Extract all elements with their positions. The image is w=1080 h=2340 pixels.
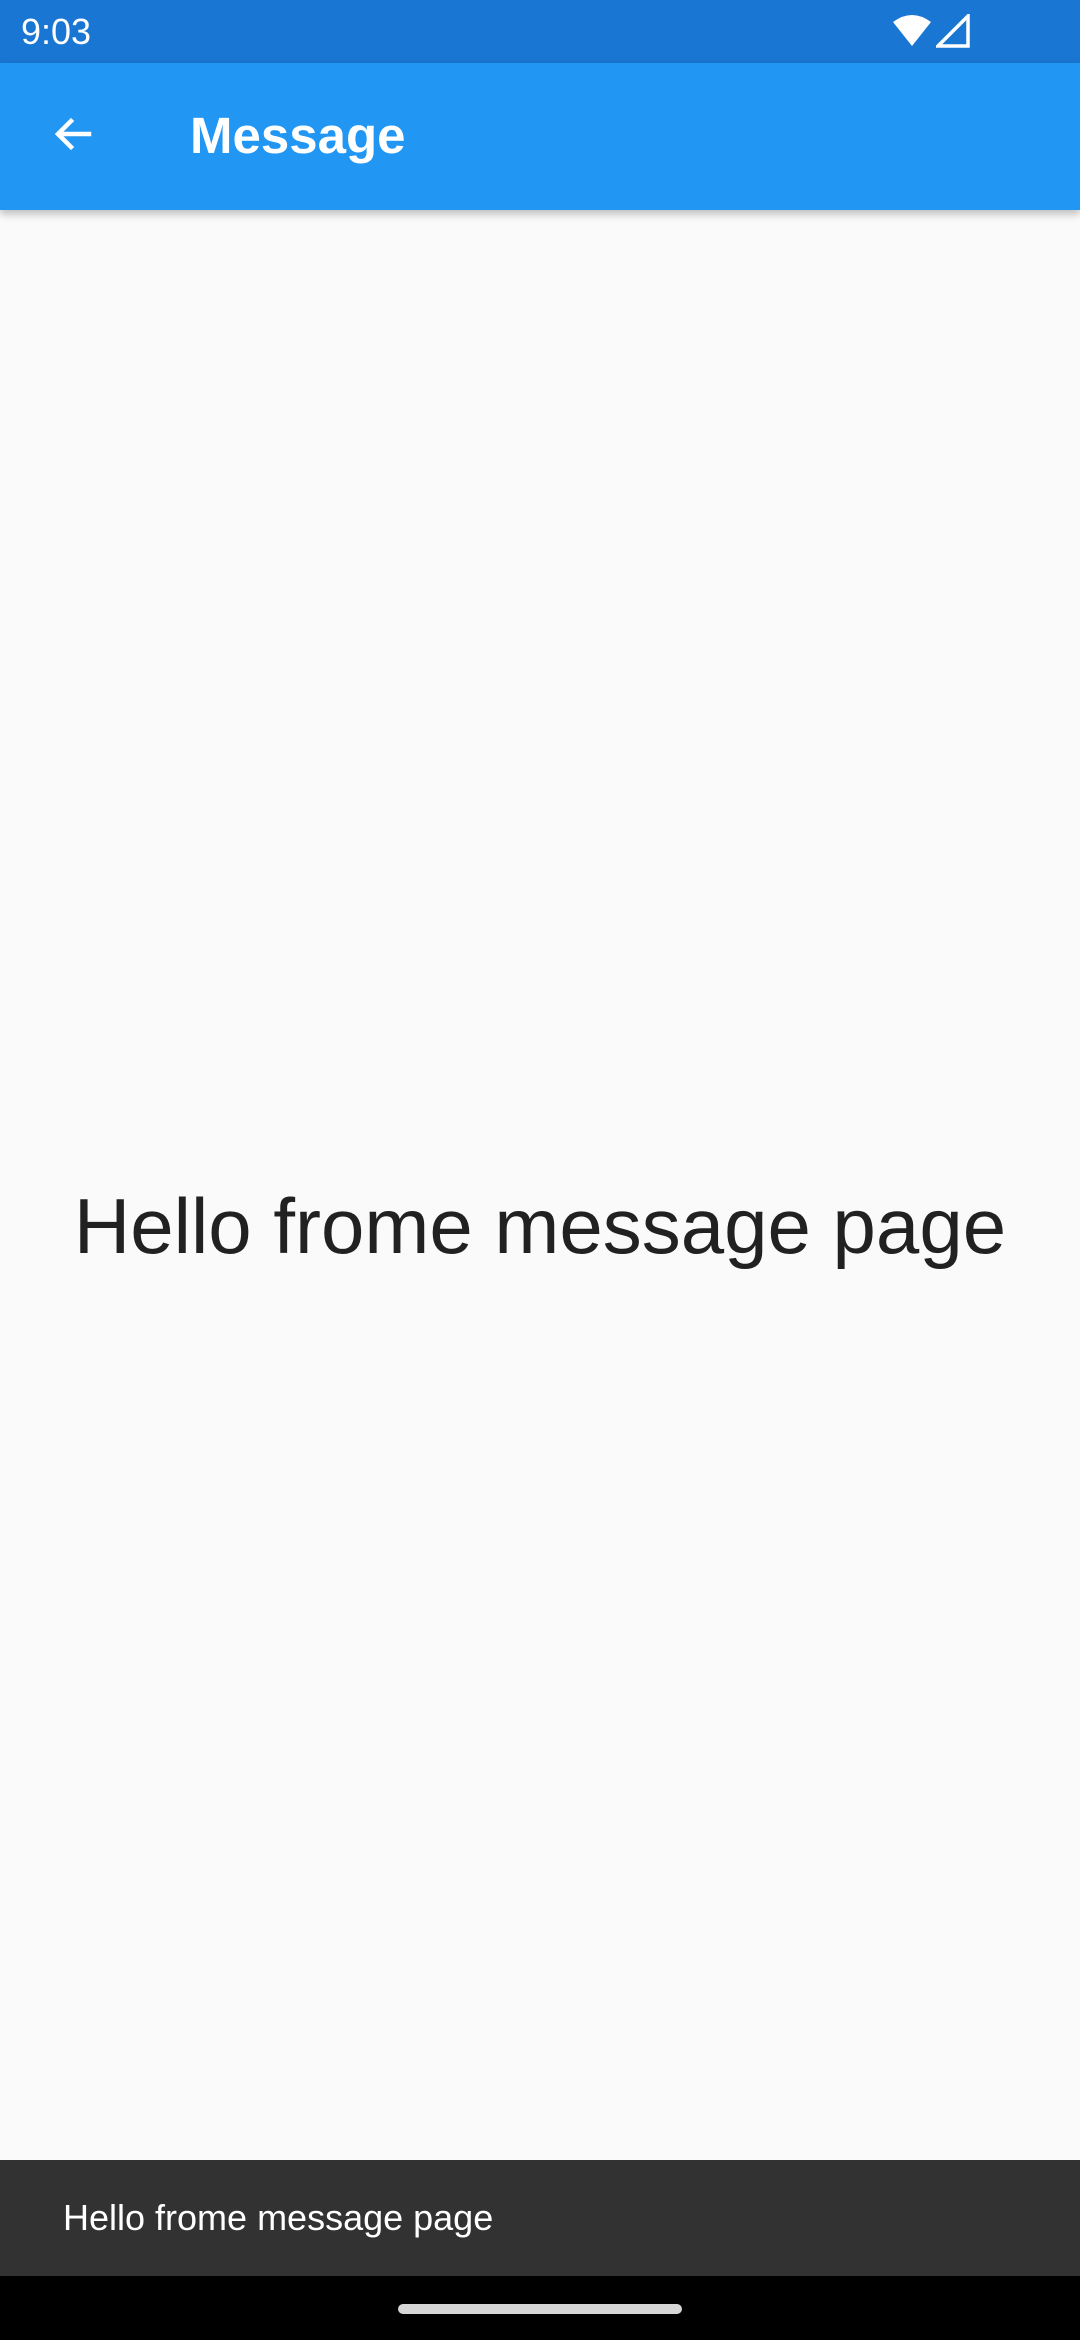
message-text: Hello frome message page <box>73 1182 1007 1270</box>
arrow-back-icon <box>49 110 97 163</box>
main-content: Hello frome message page <box>0 210 1080 2160</box>
wifi-icon <box>892 14 932 53</box>
home-gesture-handle[interactable] <box>398 2304 682 2314</box>
status-icons <box>892 11 970 53</box>
snackbar-text: Hello frome message page <box>63 2197 494 2238</box>
page-title: Message <box>190 107 406 164</box>
snackbar: Hello frome message page <box>0 2160 1080 2276</box>
cell-signal-icon <box>933 11 970 53</box>
status-time: 9:03 <box>21 11 92 52</box>
status-bar: 9:03 <box>0 0 1080 63</box>
back-button[interactable] <box>28 91 118 181</box>
system-nav-bar <box>0 2276 1080 2340</box>
screen: 9:03 Message Hello frome message page He… <box>0 0 1080 2340</box>
app-bar: Message <box>0 63 1080 210</box>
